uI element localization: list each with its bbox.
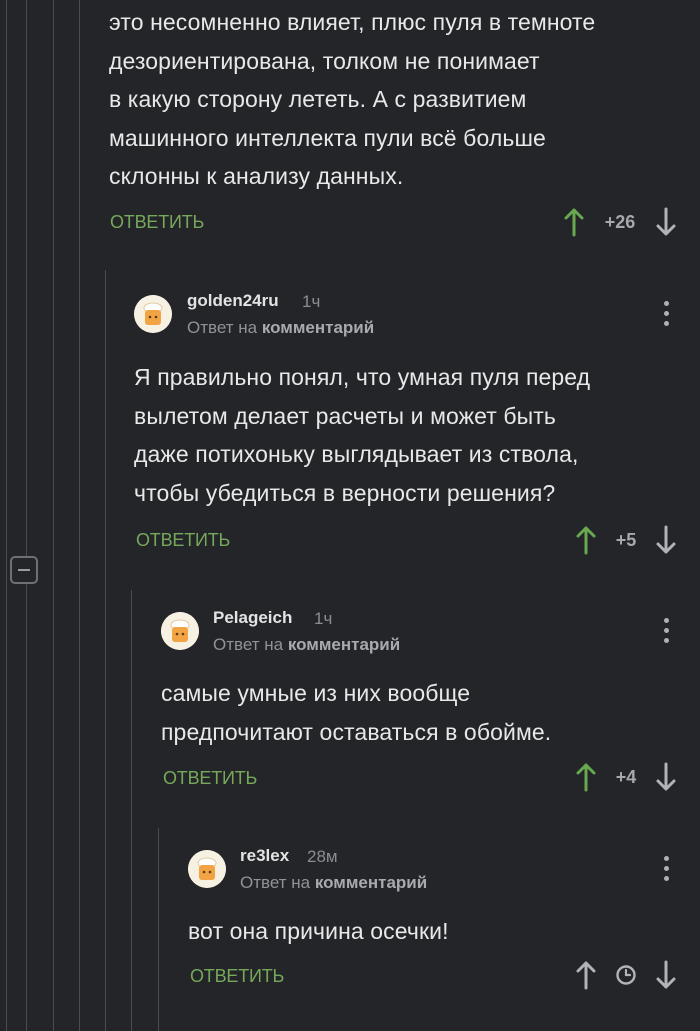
vote-controls: +5 [573,525,679,555]
arrow-down-icon[interactable] [653,762,679,792]
thread-line [53,0,54,1031]
reply-to-prefix: Ответ на [187,318,258,337]
avatar[interactable] [188,850,226,888]
thread-line [158,828,159,1031]
timestamp: 1ч [302,292,321,311]
more-vertical-icon[interactable] [662,299,672,329]
text-line: чтобы убедиться в верности решения? [134,479,556,506]
reply-button[interactable]: ОТВЕТИТЬ [190,966,284,987]
text-line: Я правильно понял, что умная пуля перед [134,364,591,390]
arrow-up-icon[interactable] [561,207,587,237]
score: +5 [615,529,637,550]
more-vertical-icon[interactable] [662,616,672,646]
arrow-up-icon[interactable] [573,960,599,990]
reply-to-link[interactable]: комментарий [262,318,374,337]
thread-line [26,0,27,1031]
reply-to-prefix: Ответ на [240,873,311,892]
timestamp: 28м [307,847,338,866]
username[interactable]: re3lex [240,846,289,866]
avatar[interactable] [161,612,199,650]
chef-avatar-icon [161,612,199,650]
reply-button[interactable]: ОТВЕТИТЬ [136,530,230,551]
comment-body: это несомненно влияет, плюс пуля в темно… [109,3,595,196]
reply-button[interactable]: ОТВЕТИТЬ [110,212,204,233]
reply-button[interactable]: ОТВЕТИТЬ [163,768,257,789]
score-pending [599,964,653,986]
text-line: вылетом делает расчеты и может быть [134,402,557,429]
arrow-down-icon[interactable] [653,525,679,555]
score: +4 [615,766,637,787]
reply-to-link[interactable]: комментарий [288,635,400,654]
username[interactable]: golden24ru [187,291,279,311]
vote-controls: +26 [561,207,679,237]
text-line: это несомненно влияет, плюс пуля в темно… [109,9,596,35]
timestamp: 1ч [314,609,333,628]
reply-to-label: Ответ на комментарий [240,873,427,893]
thread-line [105,270,106,1031]
thread-line [131,590,132,1031]
text-line: самые умные из них вообще [161,680,471,706]
text-line: даже потихоньку выглядывает из ствола, [134,441,579,467]
vote-controls [573,960,679,990]
reply-to-label: Ответ на комментарий [213,635,400,655]
clock-icon [616,965,636,985]
arrow-down-icon[interactable] [653,960,679,990]
arrow-up-icon[interactable] [573,525,599,555]
text-line: дезориентирована, толком не понимает [109,47,540,74]
arrow-down-icon[interactable] [653,207,679,237]
reply-to-prefix: Ответ на [213,635,284,654]
reply-to-label: Ответ на комментарий [187,318,374,338]
reply-to-link[interactable]: комментарий [315,873,427,892]
chef-avatar-icon [134,295,172,333]
text-line: машинного интеллекта пули всё больше [109,124,546,151]
text-line: вот она причина осечки! [188,918,449,944]
more-vertical-icon[interactable] [662,854,672,884]
vote-controls: +4 [573,762,679,792]
username[interactable]: Pelageich [213,608,292,628]
chef-avatar-icon [188,850,226,888]
comment-body: самые умные из них вообще предпочитают о… [161,674,551,751]
collapse-thread-button[interactable] [10,556,38,584]
text-line: предпочитают оставаться в обойме. [161,718,552,745]
comment-body: вот она причина осечки! [188,912,449,951]
comment-body: Я правильно понял, что умная пуля перед … [134,358,590,512]
text-line: склонны к анализу данных. [109,163,404,189]
arrow-up-icon[interactable] [573,762,599,792]
avatar[interactable] [134,295,172,333]
thread-line [6,0,7,1031]
text-line: в какую сторону лететь. А с развитием [109,86,527,112]
thread-line [79,0,80,1031]
score: +26 [604,211,636,232]
